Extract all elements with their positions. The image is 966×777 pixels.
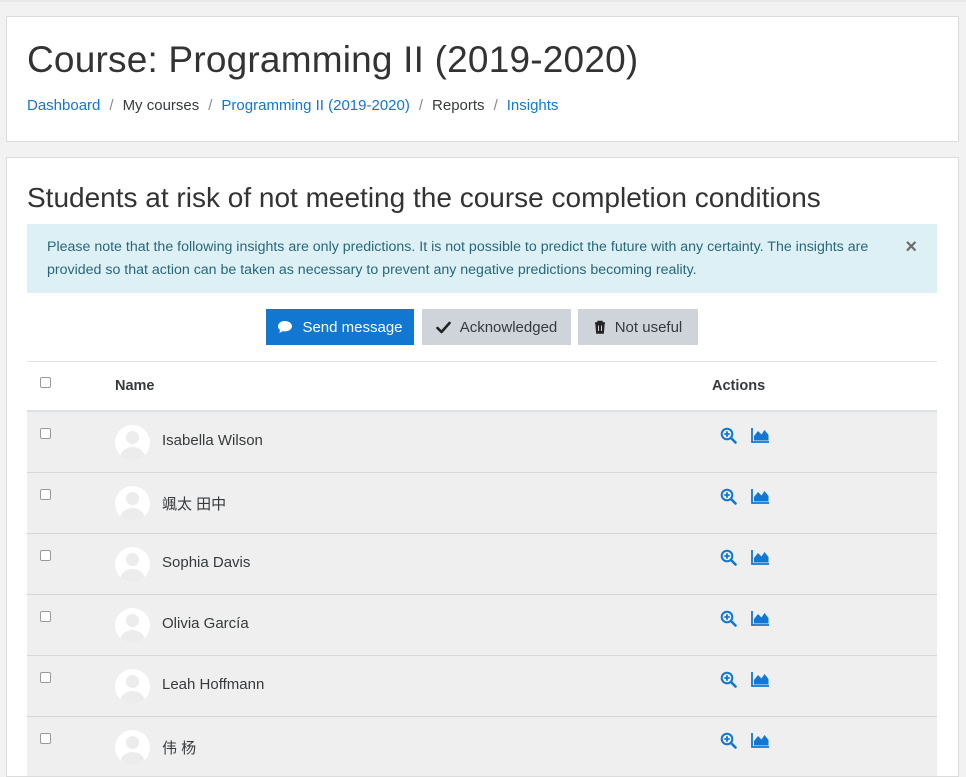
select-all-checkbox[interactable] bbox=[40, 377, 51, 388]
breadcrumb: Dashboard / My courses / Programming II … bbox=[27, 97, 558, 114]
table-row: Leah Hoffmann bbox=[27, 656, 937, 717]
student-name[interactable]: Isabella Wilson bbox=[162, 432, 263, 449]
prediction-alert: Please note that the following insights … bbox=[27, 224, 937, 293]
row-checkbox[interactable] bbox=[40, 611, 51, 622]
table-row: Sophia Davis bbox=[27, 534, 937, 595]
send-message-label: Send message bbox=[302, 318, 403, 336]
not-useful-label: Not useful bbox=[614, 318, 683, 336]
row-actions bbox=[720, 427, 770, 444]
row-actions bbox=[720, 732, 770, 749]
page-header: Course: Programming II (2019-2020) Dashb… bbox=[6, 16, 959, 142]
trash-icon bbox=[594, 320, 606, 334]
row-actions bbox=[720, 488, 770, 505]
breadcrumb-course[interactable]: Programming II (2019-2020) bbox=[221, 97, 409, 114]
breadcrumb-separator: / bbox=[493, 97, 498, 114]
area-chart-icon[interactable] bbox=[751, 732, 770, 749]
send-message-button[interactable]: Send message bbox=[266, 309, 414, 345]
breadcrumb-dashboard[interactable]: Dashboard bbox=[27, 97, 100, 114]
zoom-in-icon[interactable] bbox=[720, 610, 737, 627]
breadcrumb-separator: / bbox=[208, 97, 213, 114]
zoom-in-icon[interactable] bbox=[720, 732, 737, 749]
area-chart-icon[interactable] bbox=[751, 427, 770, 444]
row-checkbox[interactable] bbox=[40, 489, 51, 500]
acknowledged-label: Acknowledged bbox=[459, 318, 558, 336]
alert-text: Please note that the following insights … bbox=[47, 239, 869, 278]
zoom-in-icon[interactable] bbox=[720, 488, 737, 505]
user-avatar-icon bbox=[115, 486, 150, 521]
column-header-name: Name bbox=[115, 378, 155, 394]
top-bar bbox=[0, 0, 966, 2]
row-actions bbox=[720, 549, 770, 566]
breadcrumb-my-courses: My courses bbox=[122, 97, 200, 114]
not-useful-button[interactable]: Not useful bbox=[578, 309, 698, 345]
zoom-in-icon[interactable] bbox=[720, 671, 737, 688]
insights-panel: Students at risk of not meeting the cour… bbox=[6, 157, 959, 777]
table-row: Isabella Wilson bbox=[27, 412, 937, 473]
row-actions bbox=[720, 671, 770, 688]
breadcrumb-insights[interactable]: Insights bbox=[507, 97, 559, 114]
student-name[interactable]: Sophia Davis bbox=[162, 554, 250, 571]
row-checkbox[interactable] bbox=[40, 428, 51, 439]
page-title: Course: Programming II (2019-2020) bbox=[27, 39, 639, 80]
breadcrumb-reports: Reports bbox=[432, 97, 485, 114]
breadcrumb-separator: / bbox=[109, 97, 114, 114]
user-avatar-icon bbox=[115, 669, 150, 704]
user-avatar-icon bbox=[115, 730, 150, 765]
student-name[interactable]: Olivia García bbox=[162, 615, 249, 632]
student-name[interactable]: 伟 杨 bbox=[162, 737, 196, 758]
area-chart-icon[interactable] bbox=[751, 610, 770, 627]
area-chart-icon[interactable] bbox=[751, 488, 770, 505]
table-row: 伟 杨 bbox=[27, 717, 937, 776]
user-avatar-icon bbox=[115, 608, 150, 643]
row-checkbox[interactable] bbox=[40, 550, 51, 561]
row-actions bbox=[720, 610, 770, 627]
table-header: Name Actions bbox=[27, 361, 937, 412]
table-row: 颯太 田中 bbox=[27, 473, 937, 534]
student-name[interactable]: Leah Hoffmann bbox=[162, 676, 264, 693]
area-chart-icon[interactable] bbox=[751, 549, 770, 566]
zoom-in-icon[interactable] bbox=[720, 427, 737, 444]
breadcrumb-separator: / bbox=[418, 97, 424, 114]
comment-icon bbox=[277, 320, 293, 334]
insight-title: Students at risk of not meeting the cour… bbox=[27, 182, 821, 213]
table-row: Olivia García bbox=[27, 595, 937, 656]
column-header-actions: Actions bbox=[712, 378, 766, 394]
students-table: Name Actions Isabella Wilson 颯太 田中 Sophi… bbox=[27, 361, 937, 776]
zoom-in-icon[interactable] bbox=[720, 549, 737, 566]
row-checkbox[interactable] bbox=[40, 733, 51, 744]
check-icon bbox=[435, 321, 451, 334]
student-name[interactable]: 颯太 田中 bbox=[162, 493, 226, 514]
row-checkbox[interactable] bbox=[40, 672, 51, 683]
user-avatar-icon bbox=[115, 547, 150, 582]
close-icon[interactable]: × bbox=[905, 236, 917, 258]
acknowledged-button[interactable]: Acknowledged bbox=[422, 309, 571, 345]
area-chart-icon[interactable] bbox=[751, 671, 770, 688]
user-avatar-icon bbox=[115, 425, 150, 460]
